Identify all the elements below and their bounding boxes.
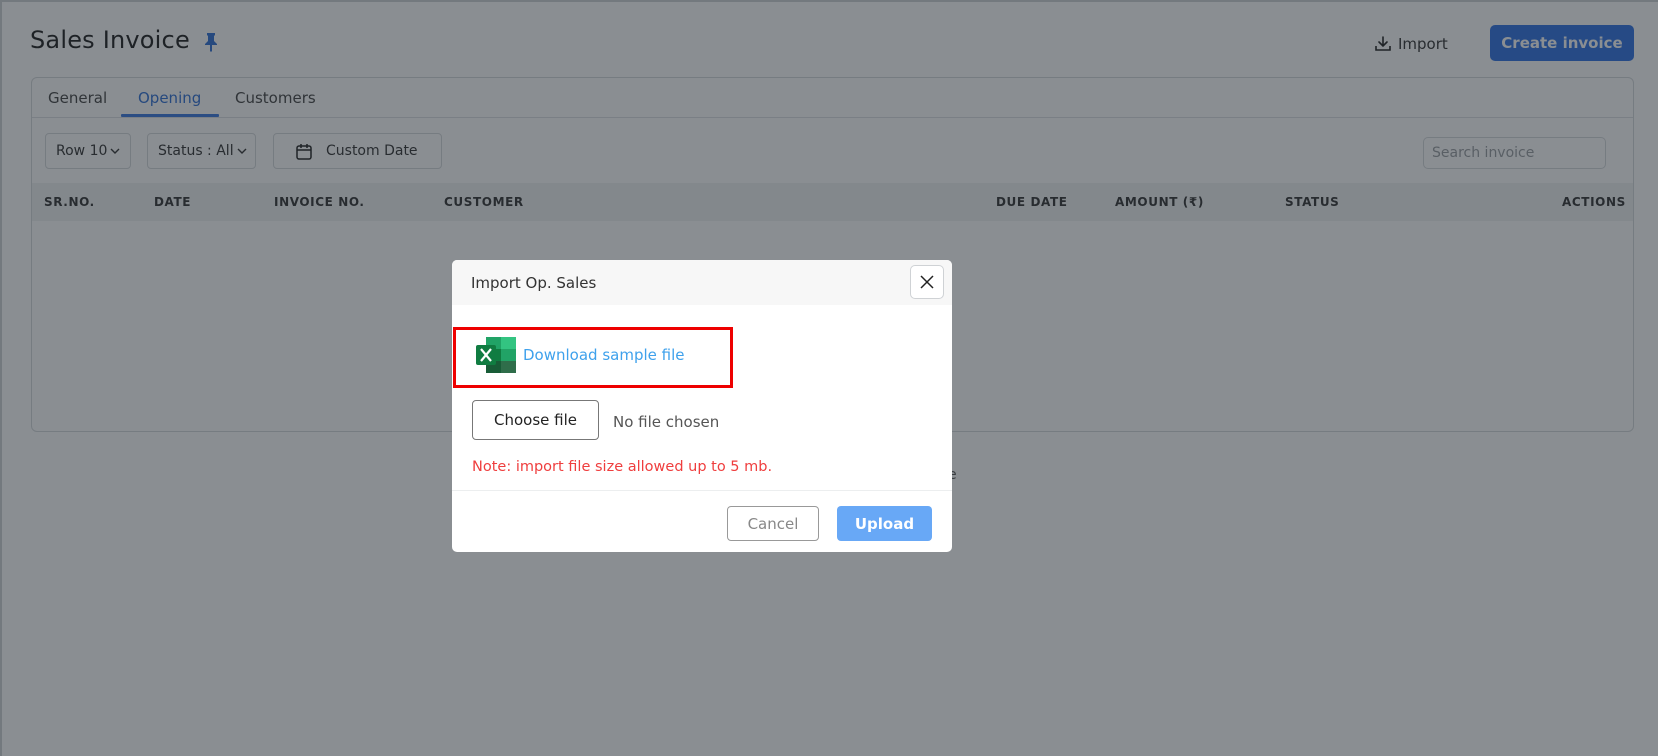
choose-file-button[interactable]: Choose file (472, 400, 599, 440)
download-sample-label: Download sample file (523, 346, 685, 364)
excel-icon (476, 337, 516, 373)
import-modal: Import Op. Sales Download sample file Ch… (452, 260, 952, 552)
modal-header: Import Op. Sales (452, 260, 952, 305)
close-icon (920, 275, 934, 289)
modal-title: Import Op. Sales (471, 274, 597, 292)
close-button[interactable] (910, 265, 944, 299)
file-status: No file chosen (613, 413, 720, 431)
file-size-note: Note: import file size allowed up to 5 m… (472, 459, 773, 475)
upload-button[interactable]: Upload (837, 506, 932, 541)
download-sample-link[interactable]: Download sample file (476, 337, 684, 373)
modal-divider (452, 490, 952, 491)
cancel-button[interactable]: Cancel (727, 506, 819, 541)
